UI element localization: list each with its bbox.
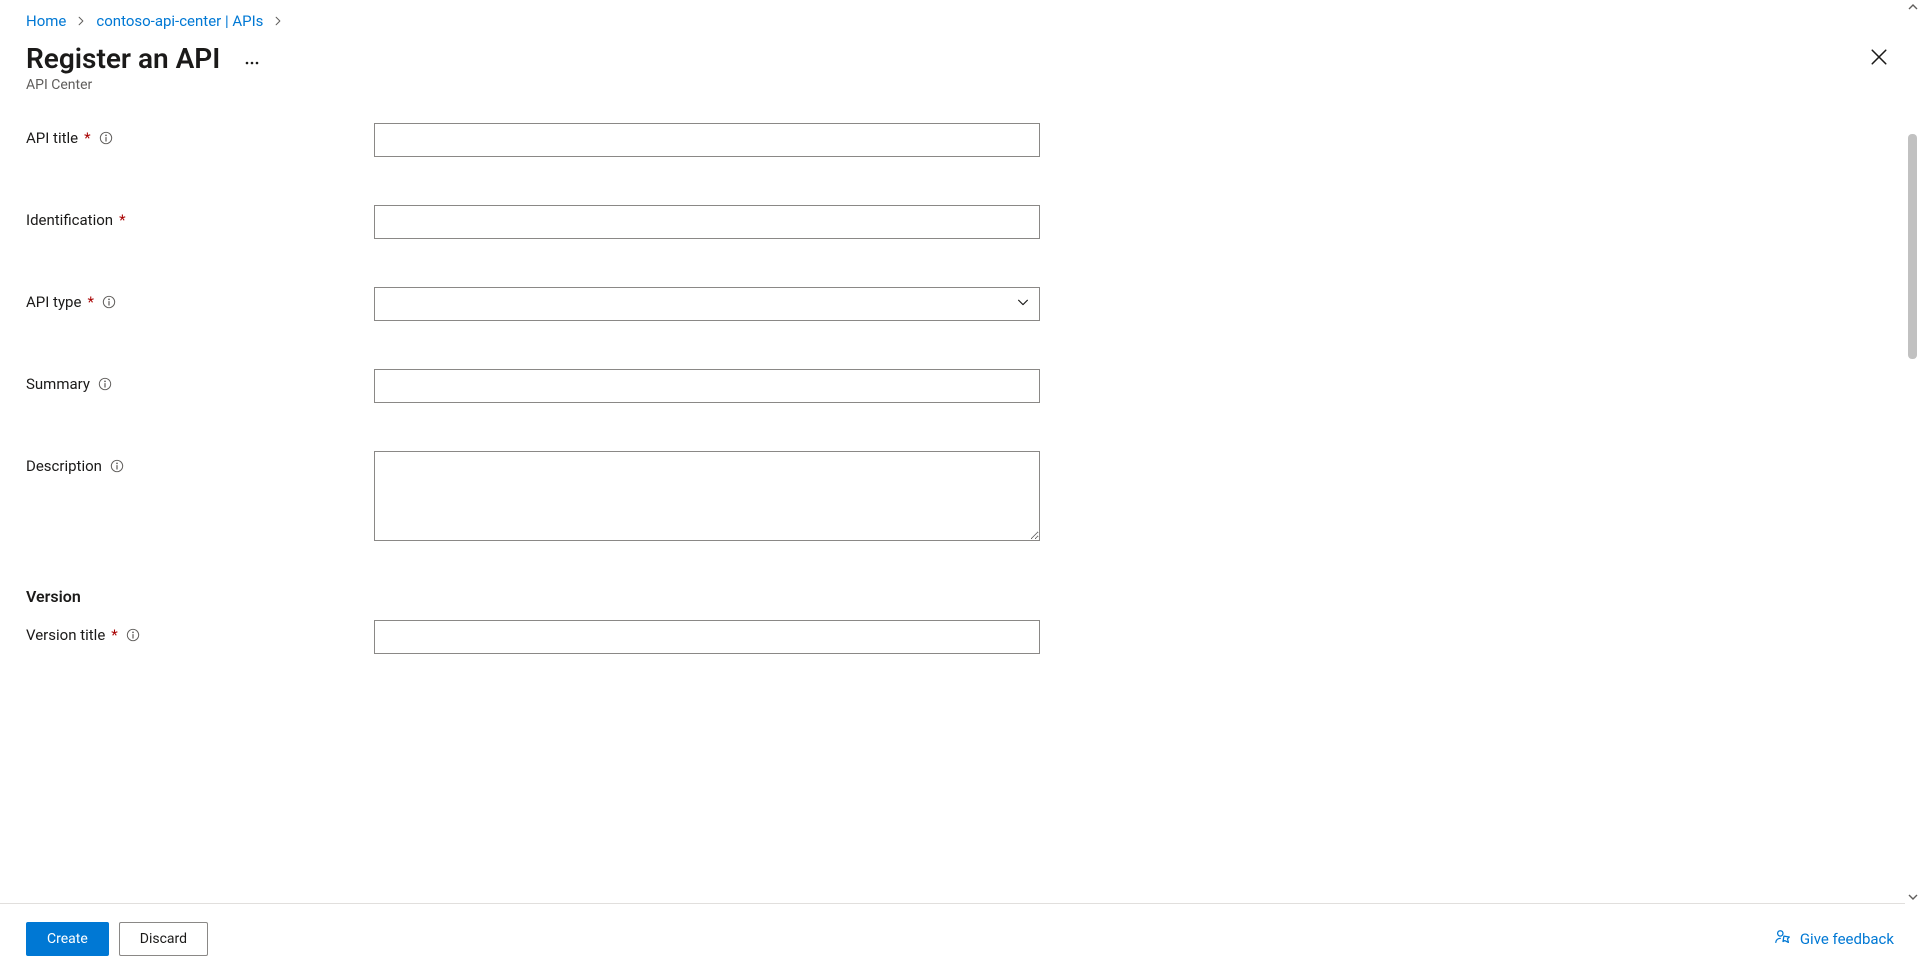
- scrollbar-thumb[interactable]: [1908, 134, 1917, 359]
- give-feedback-label: Give feedback: [1800, 930, 1894, 948]
- page-title: Register an API: [26, 42, 220, 75]
- field-description: Description: [26, 451, 1894, 545]
- field-identification: Identification *: [26, 205, 1894, 239]
- info-icon[interactable]: [102, 295, 116, 309]
- version-title-input[interactable]: [374, 620, 1040, 654]
- required-indicator: *: [87, 293, 93, 311]
- page-subtitle: API Center: [0, 75, 1920, 93]
- required-indicator: *: [84, 129, 90, 147]
- footer: Create Discard Give feedback: [0, 903, 1920, 974]
- required-indicator: *: [119, 211, 125, 229]
- api-type-select[interactable]: [374, 287, 1040, 321]
- page-header: Register an API: [0, 30, 1920, 75]
- required-indicator: *: [111, 626, 117, 644]
- summary-input[interactable]: [374, 369, 1040, 403]
- breadcrumb: Home contoso-api-center | APIs: [0, 0, 1920, 30]
- chevron-right-icon: [76, 16, 86, 26]
- info-icon[interactable]: [98, 377, 112, 391]
- scrollbar-track[interactable]: [1905, 14, 1920, 890]
- create-button[interactable]: Create: [26, 922, 109, 956]
- feedback-icon: [1774, 928, 1792, 950]
- description-label: Description: [26, 457, 102, 475]
- vertical-scrollbar[interactable]: [1905, 0, 1920, 904]
- field-api-title: API title *: [26, 123, 1894, 157]
- summary-label: Summary: [26, 375, 90, 393]
- api-type-label: API type: [26, 293, 81, 311]
- version-title-label: Version title: [26, 626, 105, 644]
- close-button[interactable]: [1864, 42, 1894, 72]
- info-icon[interactable]: [110, 459, 124, 473]
- info-icon[interactable]: [99, 131, 113, 145]
- field-api-type: API type *: [26, 287, 1894, 321]
- api-title-label: API title: [26, 129, 78, 147]
- identification-label: Identification: [26, 211, 113, 229]
- more-icon[interactable]: [244, 47, 260, 71]
- api-title-input[interactable]: [374, 123, 1040, 157]
- breadcrumb-center-link[interactable]: contoso-api-center | APIs: [96, 12, 263, 30]
- field-version-title: Version title *: [26, 620, 1894, 654]
- scroll-down-arrow-icon[interactable]: [1905, 890, 1920, 904]
- identification-input[interactable]: [374, 205, 1040, 239]
- give-feedback-link[interactable]: Give feedback: [1774, 928, 1894, 950]
- description-textarea[interactable]: [374, 451, 1040, 541]
- close-icon: [1870, 48, 1888, 66]
- field-summary: Summary: [26, 369, 1894, 403]
- scroll-up-arrow-icon[interactable]: [1905, 0, 1920, 14]
- breadcrumb-home-link[interactable]: Home: [26, 12, 66, 30]
- chevron-right-icon: [273, 16, 283, 26]
- discard-button[interactable]: Discard: [119, 922, 208, 956]
- form-area: API title * Identification * API: [0, 93, 1920, 903]
- version-section-heading: Version: [26, 587, 1894, 606]
- info-icon[interactable]: [126, 628, 140, 642]
